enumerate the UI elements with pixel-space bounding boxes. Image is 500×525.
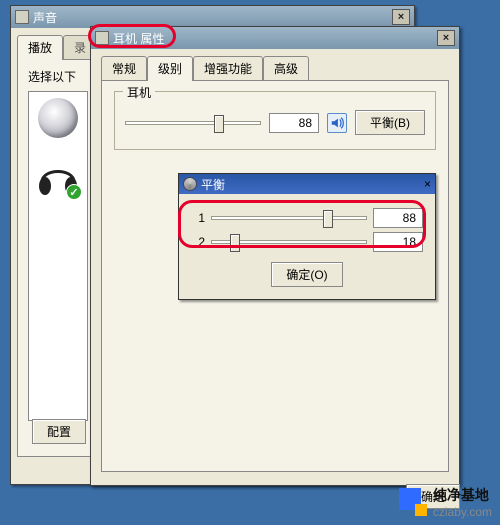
close-icon[interactable]: × [437,30,455,46]
device-list[interactable]: ✓ [28,91,88,421]
props-tabs: 常规 级别 增强功能 高级 [101,55,449,80]
balance-slider-2[interactable] [211,240,367,244]
headphone-group: 耳机 88 平衡(B) [114,91,436,150]
balance-ok-button[interactable]: 确定(O) [271,262,342,287]
balance-button[interactable]: 平衡(B) [355,110,425,135]
props-title: 耳机 属性 [113,30,437,47]
props-titlebar[interactable]: 耳机 属性 × [91,27,459,49]
levels-pane: 耳机 88 平衡(B) 平衡 × [101,80,449,472]
watermark: 纯净基地 czlaby.com [399,485,492,519]
balance-row-1: 1 88 [191,208,423,228]
sound-title: 声音 [33,9,392,26]
tab-advanced[interactable]: 高级 [263,56,309,81]
balance-titlebar[interactable]: 平衡 × [179,174,435,194]
tab-levels[interactable]: 级别 [147,56,193,81]
balance-body: 1 88 2 18 确定(O) [179,194,435,299]
close-icon[interactable]: × [392,9,410,25]
close-icon[interactable]: × [424,177,431,191]
shield-icon [183,177,197,191]
watermark-name: 纯净基地 [433,485,492,505]
watermark-logo-icon [399,488,427,516]
speaker-device-icon[interactable] [38,98,78,138]
sound-titlebar[interactable]: 声音 × [11,6,414,28]
balance-slider-1[interactable] [211,216,367,220]
balance-row-2: 2 18 [191,232,423,252]
headphone-device-icon[interactable]: ✓ [36,158,80,198]
balance-value-2: 18 [373,232,423,252]
configure-button[interactable]: 配置 [32,419,86,444]
tab-enhancements[interactable]: 增强功能 [193,56,263,81]
default-check-icon: ✓ [66,184,82,200]
balance-channel-label: 1 [191,211,205,225]
group-legend: 耳机 [123,84,155,101]
props-app-icon [95,31,109,45]
mute-toggle-icon[interactable] [327,113,347,133]
headphone-properties-dialog: 耳机 属性 × 常规 级别 增强功能 高级 耳机 88 平衡(B) [90,26,460,486]
balance-channel-label: 2 [191,235,205,249]
tab-playback[interactable]: 播放 [17,35,63,60]
master-volume-slider[interactable] [125,121,261,125]
balance-title: 平衡 [201,176,424,193]
balance-dialog: 平衡 × 1 88 2 18 确定(O) [178,173,436,300]
balance-value-1: 88 [373,208,423,228]
watermark-url: czlaby.com [433,505,492,519]
tab-general[interactable]: 常规 [101,56,147,81]
master-volume-value: 88 [269,113,319,133]
sound-app-icon [15,10,29,24]
